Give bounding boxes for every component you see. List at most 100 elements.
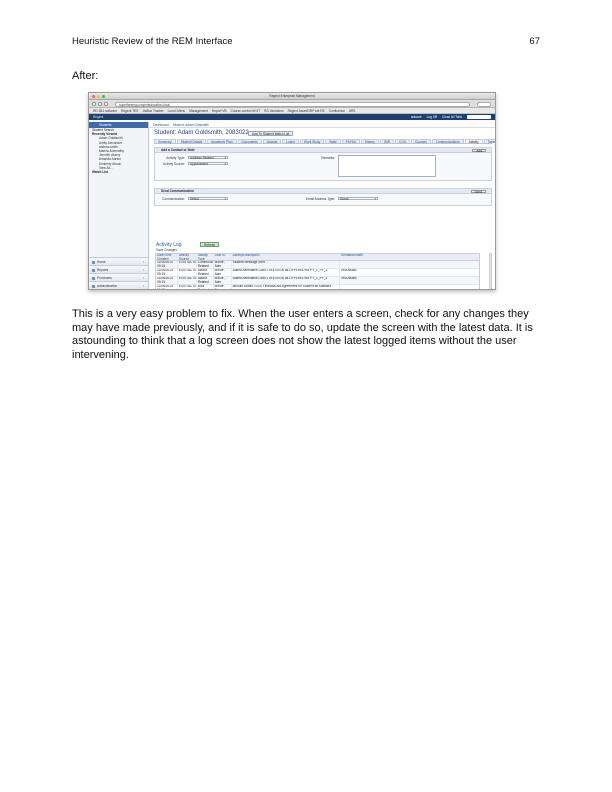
tab-item[interactable]: Communications [431,139,464,144]
add-button[interactable]: Add [472,148,486,153]
bookmark-link[interactable]: ARS [349,109,356,113]
send-communication-title: Send Communication [161,189,194,193]
tab-item[interactable]: Documents [237,139,262,144]
app-search-input[interactable] [467,115,491,119]
window-control-icon[interactable] [92,95,95,98]
page-title: Student: Adam Goldsmith, 2083022 [154,130,249,136]
email-type-select[interactable]: Home [338,196,378,200]
page-number: 67 [529,36,540,47]
user-link[interactable]: antoare [411,115,422,119]
tab-item[interactable]: History [360,139,379,144]
table-cell: Award Related [197,277,214,284]
tab-item[interactable]: Academic Plan [207,139,237,144]
column-header[interactable]: Activity Type [197,254,214,260]
window-titlebar: Regent Enterprise Management [89,93,495,100]
sidebar-nav-label: Processes [97,276,112,280]
table-row[interactable]: 11/06/2014 09:15EXISTACTIONAward Related… [156,277,479,285]
add-contact-title: Add a Contact or Note [161,148,195,152]
document-title: Heuristic Review of the REM Interface [72,36,233,47]
bookmark-link[interactable]: Regent Asset/GRP set RE [288,109,325,113]
section-label: After: [72,70,99,82]
remarks-textarea[interactable] [338,155,436,177]
refresh-button[interactable]: Refresh [200,242,220,247]
bookmark-link[interactable]: Lunch Menu [168,109,186,113]
close-all-tabs-link[interactable]: Close All Tabs [442,115,462,119]
tab-item[interactable]: Student Details [176,139,207,144]
table-cell: 11/06/2014 09:18 [156,261,178,268]
sidebar-nav-button[interactable]: Administration [89,281,148,289]
tab-item[interactable]: Tasks [483,139,495,144]
add-watch-list-button[interactable]: Add To Student Watch List [248,130,294,136]
tab-bar: Summary Student Details Academic Plan Docum… [154,139,495,144]
log-off-link[interactable]: Log Off [427,115,437,119]
communication-select[interactable]: Select [188,196,228,200]
bookmark-link[interactable]: Course-control 6H1T [231,109,261,113]
breadcrumb-dashboard[interactable]: Dashboard [153,123,169,127]
activity-type-select[interactable]: Address Related [188,155,228,159]
nav-icon [92,284,95,288]
activity-source-label: Activity Source: [163,162,185,166]
sidebar-nav-button[interactable]: Reports [89,265,148,274]
tab-item[interactable]: Work Study [299,139,325,144]
app-top-bar: Regent antoare Log Off Close All Tabs [89,114,495,120]
table-row[interactable]: 11/06/2014 09:13EXISTACTIONBool RelatedM… [156,285,479,289]
reload-button-icon[interactable] [104,102,108,106]
app-brand: Regent [93,115,104,119]
table-scrollbar[interactable] [489,253,492,289]
table-row[interactable]: 11/06/2014 09:18EXISTACTIONCommunication… [156,261,479,269]
activity-source-select[interactable]: Appointment [188,161,228,165]
window-control-icon[interactable] [102,95,105,98]
tab-item[interactable]: FAFSA [341,139,360,144]
back-button-icon[interactable] [92,102,96,106]
bookmark-link[interactable]: Management [189,109,208,113]
table-cell: EXISTACTION [178,261,197,268]
bookmark-link[interactable]: RD 3B1 software [93,109,117,113]
bookmark-link[interactable]: Confluence [329,109,345,113]
sidebar-item[interactable]: Watch List [89,170,148,174]
table-cell: Test Award [340,277,357,281]
tab-item[interactable]: Activity [464,139,483,144]
table-cell: Test Award [340,269,357,273]
table-cell [340,285,479,289]
tab-item[interactable]: Courses [410,139,431,144]
table-cell: Added Alternative Loan 1 of $750.00 as O… [232,277,340,284]
sidebar-nav-button[interactable]: Home [89,257,148,266]
tab-item[interactable]: ISIR [379,139,395,144]
table-cell: Moore, Alan [214,285,232,289]
save-changes-button[interactable]: Save Changes [156,248,177,253]
tab-item[interactable]: Awards [262,139,282,144]
screenshot-figure: Regent Enterprise Management superfaremg… [88,92,496,290]
column-header[interactable]: User ID [214,254,232,260]
bookmark-link[interactable]: Report VB [212,109,227,113]
table-cell: Communication Related [197,261,214,268]
window-control-icon[interactable] [97,95,100,98]
bookmark-link[interactable]: JtaBox Tracker [142,109,163,113]
column-header[interactable]: Activity/Description [232,254,340,260]
table-cell: Moore, Alan [214,277,232,284]
tab-item[interactable]: State [325,139,341,144]
tab-item[interactable]: COA [395,139,410,144]
column-header[interactable]: Activity Source [178,254,197,260]
browser-search-input[interactable] [477,101,491,107]
sidebar-nav-label: Home [97,260,106,264]
table-cell: Bool Related [197,285,214,289]
window-controls[interactable] [92,95,105,98]
activity-log-table: Date/Time Created Activity Source Activity… [155,253,480,289]
send-button[interactable]: Send [470,189,486,194]
sidebar-nav-button[interactable]: Processes [89,273,148,282]
forward-button-icon[interactable] [98,102,102,106]
column-header[interactable]: Date/Time Created [156,254,178,260]
bookmark-link[interactable]: RD Variations [264,109,283,113]
url-field[interactable]: superfaremgu.regenteducation.local [115,101,470,107]
communication-label: Communication: [161,197,185,201]
tab-item[interactable]: Loans [282,139,299,144]
table-cell: Moore, Alan [214,269,232,276]
breadcrumb-student[interactable]: Student: Adam Goldsmith [173,123,209,127]
table-body: 11/06/2014 09:18EXISTACTIONCommunication… [156,261,479,289]
table-cell: 11/06/2014 09:15 [156,269,178,276]
bookmark-link[interactable]: Regent TES [121,109,138,113]
sidebar-bottom-nav: Home Reports Processes Administration [89,257,148,289]
table-row[interactable]: 11/06/2014 09:15EXISTACTIONAward Related… [156,269,479,277]
column-header[interactable]: Remarks/Notes [340,254,479,260]
tab-item[interactable]: Summary [154,139,176,144]
